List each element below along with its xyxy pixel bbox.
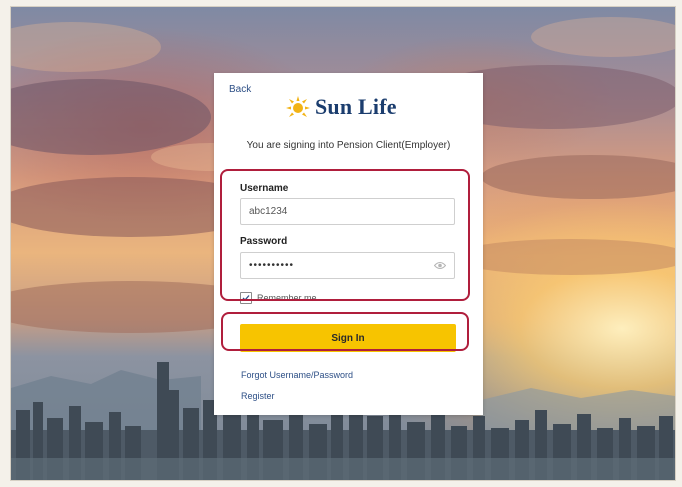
sun-life-logo: Sun Life — [285, 93, 397, 121]
signin-context-text: You are signing into Pension Client(Empl… — [246, 140, 451, 151]
sun-icon — [286, 96, 310, 117]
register-link[interactable]: Register — [241, 391, 275, 401]
brand-name: Sun Life — [315, 94, 397, 119]
background-photo: Back Sun Life You are signing into Pensi… — [10, 6, 676, 481]
sign-in-highlight — [221, 312, 469, 351]
forgot-credentials-link[interactable]: Forgot Username/Password — [241, 370, 353, 380]
back-link[interactable]: Back — [229, 84, 251, 95]
credentials-highlight — [220, 169, 470, 301]
